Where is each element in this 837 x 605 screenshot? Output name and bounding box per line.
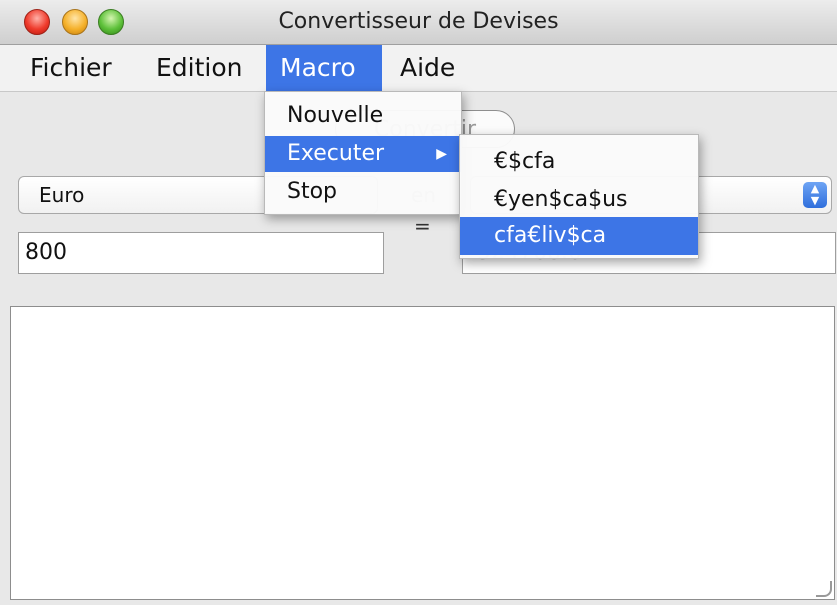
title-bar[interactable]: Convertisseur de Devises: [0, 0, 837, 45]
menu-item-executer-label: Executer: [287, 141, 385, 166]
chevron-right-icon: ▶: [436, 146, 447, 162]
from-currency-value: Euro: [39, 183, 85, 207]
submenu-item-eur-yen-cad-usd[interactable]: €yen$ca$us: [460, 181, 698, 219]
executer-submenu: €$cfa €yen$ca$us cfa€liv$ca: [459, 134, 699, 259]
window-title: Convertisseur de Devises: [278, 9, 559, 34]
macro-dropdown-menu: Nouvelle Executer ▶ Stop: [264, 91, 462, 215]
menu-item-nouvelle-label: Nouvelle: [287, 103, 384, 128]
resize-grip-icon[interactable]: [816, 581, 832, 597]
log-text-area[interactable]: [10, 306, 835, 600]
menu-item-stop-label: Stop: [287, 179, 338, 204]
submenu-item-eur-usd-cfa[interactable]: €$cfa: [460, 143, 698, 181]
menu-item-nouvelle[interactable]: Nouvelle: [265, 98, 461, 134]
amount-input[interactable]: 800: [18, 232, 384, 274]
menu-fichier[interactable]: Fichier: [16, 45, 126, 91]
menu-item-stop[interactable]: Stop: [265, 174, 461, 210]
submenu-item-cfa-eur-gbp-cad[interactable]: cfa€liv$ca: [460, 217, 698, 255]
menu-item-executer[interactable]: Executer ▶: [265, 136, 461, 172]
equals-label: =: [414, 214, 431, 238]
up-down-arrows-icon: ▲ ▼: [803, 182, 827, 208]
menu-aide[interactable]: Aide: [386, 45, 469, 91]
menu-edition[interactable]: Edition: [142, 45, 257, 91]
menu-macro[interactable]: Macro: [266, 45, 382, 91]
menu-bar: Fichier Edition Macro Aide: [0, 45, 837, 92]
app-window: Convertisseur de Devises Fichier Edition…: [0, 0, 837, 605]
